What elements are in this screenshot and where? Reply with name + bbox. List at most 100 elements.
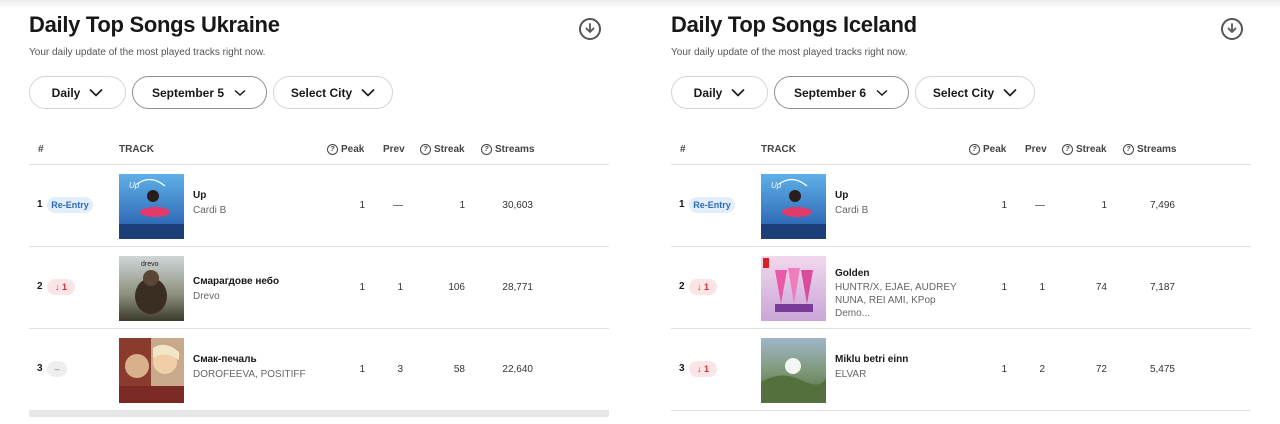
col-streak-label: Streak bbox=[1076, 144, 1107, 155]
rank-number: 1 bbox=[37, 199, 43, 210]
status-badge: ↓ 1 bbox=[689, 361, 717, 377]
artist-name[interactable]: Cardi B bbox=[835, 204, 970, 217]
col-track: TRACK bbox=[761, 144, 796, 155]
song-title[interactable]: Golden bbox=[835, 268, 869, 279]
question-circle-icon[interactable]: ? bbox=[1062, 144, 1073, 155]
city-dropdown[interactable]: Select City bbox=[915, 76, 1035, 109]
svg-text:drevo: drevo bbox=[141, 261, 159, 268]
chart-table: # TRACK ? Peak Prev ? Streak ? Streams 1 Re… bbox=[671, 134, 1251, 411]
rank-number: 1 bbox=[679, 199, 685, 210]
album-cover[interactable] bbox=[119, 338, 184, 403]
artist-name[interactable]: DOROFEEVA, POSITIFF bbox=[193, 368, 328, 381]
col-streams: ? Streams bbox=[481, 144, 534, 155]
table-row[interactable]: 1 Re-Entry Up Up Cardi B 1 — 1 30,603 bbox=[29, 165, 609, 247]
city-dropdown-label: Select City bbox=[290, 85, 353, 100]
song-title[interactable]: Up bbox=[835, 190, 848, 201]
date-dropdown-label: September 5 bbox=[151, 85, 225, 100]
peak-value: 1 bbox=[1001, 200, 1007, 211]
col-rank: # bbox=[680, 144, 686, 155]
city-dropdown-label: Select City bbox=[932, 85, 995, 100]
artist-name[interactable]: Cardi B bbox=[193, 204, 328, 217]
chevron-down-icon bbox=[731, 88, 745, 97]
album-cover[interactable] bbox=[761, 256, 826, 321]
chevron-down-icon bbox=[1003, 88, 1017, 97]
download-button[interactable] bbox=[579, 18, 601, 40]
page-title: Daily Top Songs Iceland bbox=[671, 12, 917, 37]
artist-name[interactable]: ELVAR bbox=[835, 368, 970, 381]
artist-name[interactable]: HUNTR/X, EJAE, AUDREY NUNA, REI AMI, KPo… bbox=[835, 281, 970, 320]
status-badge: ↓ 1 bbox=[47, 279, 75, 295]
album-cover[interactable] bbox=[761, 338, 826, 403]
page-subtitle: Your daily update of the most played tra… bbox=[671, 47, 908, 58]
col-peak: ? Peak bbox=[969, 144, 1006, 155]
song-title[interactable]: Up bbox=[193, 190, 206, 201]
download-circle-icon bbox=[585, 23, 595, 33]
download-button[interactable] bbox=[1221, 18, 1243, 40]
chart-panel-ukraine: Daily Top Songs Ukraine Your daily updat… bbox=[29, 0, 609, 424]
period-dropdown-label: Daily bbox=[693, 85, 723, 100]
album-cover[interactable]: Up bbox=[119, 174, 184, 239]
streak-value: 1 bbox=[1101, 200, 1107, 211]
prev-value: 1 bbox=[397, 282, 403, 293]
table-row[interactable]: 1 Re-Entry Up Up Cardi B 1 — 1 7,496 bbox=[671, 165, 1251, 247]
status-badge: Re-Entry bbox=[47, 197, 93, 213]
status-badge: ↓ 1 bbox=[689, 279, 717, 295]
rank-number: 2 bbox=[679, 281, 685, 292]
col-streams-label: Streams bbox=[1137, 144, 1177, 155]
song-title[interactable]: Miklu betri einn bbox=[835, 354, 908, 365]
question-circle-icon[interactable]: ? bbox=[327, 144, 338, 155]
peak-value: 1 bbox=[1001, 282, 1007, 293]
col-streams-label: Streams bbox=[495, 144, 535, 155]
table-row[interactable]: 3 – Смак-печаль DOROFEEVA, POSITIFF 1 3 … bbox=[29, 329, 609, 411]
col-peak: ? Peak bbox=[327, 144, 364, 155]
col-peak-label: Peak bbox=[341, 144, 365, 155]
col-peak-label: Peak bbox=[983, 144, 1007, 155]
chevron-down-icon bbox=[361, 88, 375, 97]
question-circle-icon[interactable]: ? bbox=[481, 144, 492, 155]
table-row[interactable]: 3 ↓ 1 Miklu betri einn ELVAR 1 2 72 5,47… bbox=[671, 329, 1251, 411]
prev-value: 1 bbox=[1039, 282, 1045, 293]
date-dropdown-label: September 6 bbox=[793, 85, 867, 100]
question-circle-icon[interactable]: ? bbox=[969, 144, 980, 155]
streak-value: 58 bbox=[453, 364, 465, 375]
date-dropdown[interactable]: September 6 bbox=[774, 76, 909, 109]
table-header: # TRACK ? Peak Prev ? Streak ? Streams bbox=[29, 134, 609, 165]
streak-value: 106 bbox=[448, 282, 465, 293]
rank-number: 3 bbox=[37, 363, 43, 374]
table-row[interactable]: 2 ↓ 1 Golden HUNTR/X, EJAE, AUDREY NUNA,… bbox=[671, 247, 1251, 329]
streams-value: 7,187 bbox=[1149, 282, 1175, 293]
col-streak: ? Streak bbox=[1062, 144, 1107, 155]
streams-value: 7,496 bbox=[1149, 200, 1175, 211]
col-streak: ? Streak bbox=[420, 144, 465, 155]
question-circle-icon[interactable]: ? bbox=[420, 144, 431, 155]
streams-value: 5,475 bbox=[1149, 364, 1175, 375]
period-dropdown[interactable]: Daily bbox=[671, 76, 768, 109]
album-cover[interactable]: drevo bbox=[119, 256, 184, 321]
col-prev: Prev bbox=[383, 144, 405, 155]
col-prev: Prev bbox=[1025, 144, 1047, 155]
prev-value: — bbox=[393, 200, 403, 211]
col-streak-label: Streak bbox=[434, 144, 465, 155]
table-row[interactable]: 2 ↓ 1 drevo Смарагдове небо Drevo 1 1 10… bbox=[29, 247, 609, 329]
song-title[interactable]: Смак-печаль bbox=[193, 354, 257, 365]
date-dropdown[interactable]: September 5 bbox=[132, 76, 267, 109]
peak-value: 1 bbox=[359, 364, 365, 375]
download-circle-icon bbox=[1227, 23, 1237, 33]
horizontal-scrollbar[interactable] bbox=[29, 410, 609, 417]
peak-value: 1 bbox=[359, 200, 365, 211]
col-track: TRACK bbox=[119, 144, 154, 155]
period-dropdown[interactable]: Daily bbox=[29, 76, 126, 109]
question-circle-icon[interactable]: ? bbox=[1123, 144, 1134, 155]
page-subtitle: Your daily update of the most played tra… bbox=[29, 47, 266, 58]
album-cover[interactable]: Up bbox=[761, 174, 826, 239]
artist-name[interactable]: Drevo bbox=[193, 290, 328, 303]
prev-value: — bbox=[1035, 200, 1045, 211]
chart-table: # TRACK ? Peak Prev ? Streak ? Streams 1 Re… bbox=[29, 134, 609, 411]
chart-panel-iceland: Daily Top Songs Iceland Your daily updat… bbox=[671, 0, 1251, 424]
chevron-down-icon bbox=[234, 89, 246, 96]
streak-value: 72 bbox=[1095, 364, 1107, 375]
prev-value: 2 bbox=[1039, 364, 1045, 375]
chevron-down-icon bbox=[876, 89, 888, 96]
song-title[interactable]: Смарагдове небо bbox=[193, 276, 279, 287]
city-dropdown[interactable]: Select City bbox=[273, 76, 393, 109]
